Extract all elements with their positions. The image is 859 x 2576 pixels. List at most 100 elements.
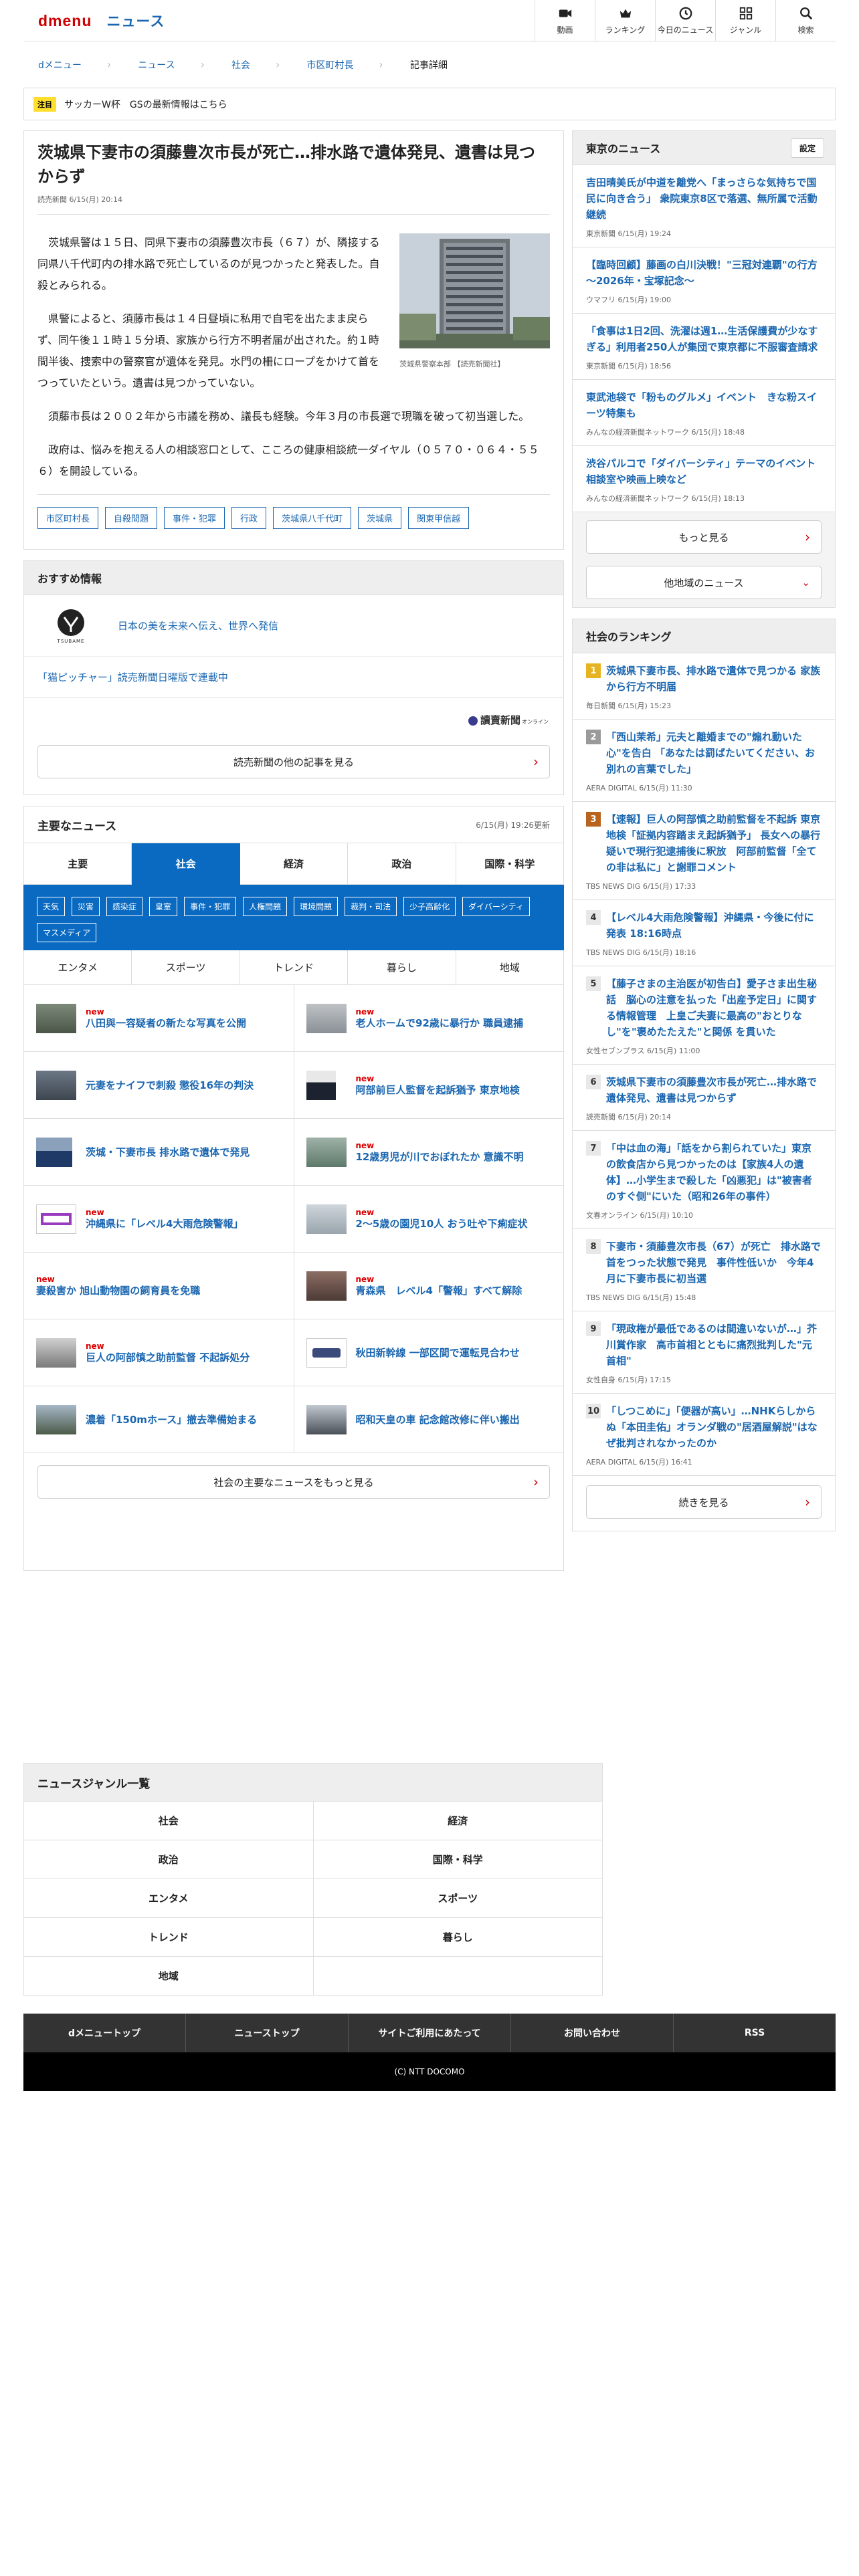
- news-item[interactable]: 元妻をナイフで刺殺 懲役16年の判決: [24, 1052, 294, 1119]
- ranking-item[interactable]: 2 「西山茉希」元夫と離婚までの"煽れ動いた心"を告白 「あなたは罰ばたいてくださ…: [572, 720, 836, 802]
- tag-link[interactable]: 自殺問題: [105, 507, 158, 529]
- subcategory-link[interactable]: 災害: [72, 897, 100, 916]
- footer-link-terms[interactable]: サイトご利用にあたって: [349, 2014, 511, 2052]
- ranking-item[interactable]: 5 【藤子さまの主治医が初告白】愛子さま出生秘話 脳心の注意を払った「出産予定日」…: [572, 966, 836, 1065]
- ranking-item[interactable]: 7 「中は血の海」「話をから割られていた」東京の飲食店から見つかったのは【家族4人…: [572, 1131, 836, 1229]
- ranking-item[interactable]: 1 茨城県下妻市長、排水路で遺体で見つかる 家族から行方不明届 毎日新聞 6/15(…: [572, 653, 836, 720]
- news-title: 「食事は1日2回、洗濯は週1…生活保護費が少なすぎる」利用者250人が集団で東京…: [586, 325, 818, 353]
- nav-genre[interactable]: ジャンル: [715, 0, 775, 41]
- genre-link[interactable]: スポーツ: [313, 1879, 603, 1918]
- tag-link[interactable]: 事件・犯罪: [164, 507, 225, 529]
- nav-search[interactable]: 検索: [775, 0, 836, 41]
- subcategory-link[interactable]: 天気: [37, 897, 66, 916]
- news-item[interactable]: 秋田新幹線 一部区間で運転見合わせ: [294, 1319, 564, 1386]
- tab-society[interactable]: 社会: [132, 843, 240, 885]
- article-photo[interactable]: 茨城県警察本部 【読売新聞社】: [399, 233, 550, 375]
- recommend-item[interactable]: TSUBAME 日本の美を未来へ伝え、世界へ発信: [23, 595, 564, 657]
- tokyo-more-button[interactable]: もっと見る ›: [586, 520, 822, 554]
- tag-link[interactable]: 茨城県八千代町: [273, 507, 352, 529]
- tab-sports[interactable]: スポーツ: [132, 950, 240, 985]
- news-item[interactable]: new 妻殺害か 旭山動物園の飼育員を免職: [24, 1253, 294, 1319]
- news-item[interactable]: new 八田與一容疑者の新たな写真を公開: [24, 985, 294, 1052]
- featured-ticker[interactable]: 注目 サッカーW杯 GSの最新情報はこちら: [23, 88, 836, 120]
- subcategory-link[interactable]: 人権問題: [243, 897, 288, 916]
- ranking-item[interactable]: 10 「しつこめに」「便器が高い」…NHKらしからぬ「本田圭佑」オランダ戦の"居酒…: [572, 1394, 836, 1476]
- ranking-item[interactable]: 9 「現政権が最低であるのは間違いないが…」芥川賞作家 高市首相とともに痛烈批判し…: [572, 1311, 836, 1394]
- news-item[interactable]: new 2〜5歳の園児10人 おう吐や下痢症状: [294, 1186, 564, 1253]
- chevron-right-icon: ›: [533, 1474, 539, 1490]
- news-item[interactable]: new 沖縄県に「レベル4大雨危険警報」: [24, 1186, 294, 1253]
- tab-international[interactable]: 国際・科学: [456, 843, 565, 885]
- news-item[interactable]: new 12歳男児が川でおぼれたか 意識不明: [294, 1119, 564, 1186]
- subcategory-link[interactable]: 事件・犯罪: [184, 897, 237, 916]
- genre-link[interactable]: 暮らし: [313, 1918, 603, 1957]
- tag-link[interactable]: 茨城県: [358, 507, 402, 529]
- footer-link-news-top[interactable]: ニューストップ: [186, 2014, 349, 2052]
- footer-link-rss[interactable]: RSS: [674, 2014, 836, 2052]
- subcategory-link[interactable]: 感染症: [106, 897, 143, 916]
- breadcrumb-label: 市区町村長: [306, 60, 354, 71]
- section-title[interactable]: ニュース: [106, 14, 165, 29]
- publisher-more-button[interactable]: 読売新聞の他の記事を見る ›: [37, 745, 550, 778]
- news-meta: みんなの経済新聞ネットワーク 6/15(月) 18:13: [586, 494, 745, 503]
- tokyo-news-item[interactable]: 東武池袋で「粉ものグルメ」イベント きな粉スイーツ特集も みんなの経済新聞ネットワ…: [572, 380, 836, 446]
- news-item[interactable]: new 老人ホームで92歳に暴行か 職員逮捕: [294, 985, 564, 1052]
- breadcrumb-item-mayors[interactable]: 市区町村長 ›: [292, 58, 395, 72]
- genre-link[interactable]: トレンド: [24, 1918, 314, 1957]
- news-item[interactable]: 昭和天皇の車 記念館改修に伴い搬出: [294, 1386, 564, 1453]
- news-item[interactable]: new 巨人の阿部慎之助前監督 不起訴処分: [24, 1319, 294, 1386]
- breadcrumb-item-dmenu[interactable]: dメニュー ›: [23, 58, 123, 72]
- tab-main[interactable]: 主要: [24, 843, 132, 885]
- subcategory-link[interactable]: 裁判・司法: [345, 897, 397, 916]
- subcategory-link[interactable]: 少子高齢化: [403, 897, 456, 916]
- genre-link[interactable]: 政治: [24, 1840, 314, 1879]
- ranking-item[interactable]: 3 【速報】巨人の阿部慎之助前監督を不起訴 東京地検「証拠内容踏まえ起訴猶予」 長…: [572, 802, 836, 900]
- tokyo-news-item[interactable]: 吉田晴美氏が中道を離党へ「まっさらな気持ちで国民に向き合う」 衆院東京8区で落選…: [572, 165, 836, 247]
- site-header: dmenu ニュース 動画 ランキング 今日のニュース ジャンル 検索: [23, 0, 836, 41]
- news-item[interactable]: new 青森県 レベル4「警報」すべて解除: [294, 1253, 564, 1319]
- ranking-more-button[interactable]: 続きを見る ›: [586, 1485, 822, 1519]
- nav-video[interactable]: 動画: [535, 0, 595, 41]
- news-item[interactable]: 茨城・下妻市長 排水路で遺体で発見: [24, 1119, 294, 1186]
- news-item[interactable]: new 阿部前巨人監督を起訴猶予 東京地検: [294, 1052, 564, 1119]
- subcategory-link[interactable]: 皇室: [149, 897, 178, 916]
- nav-ranking[interactable]: ランキング: [595, 0, 655, 41]
- footer-link-dmenu-top[interactable]: dメニュートップ: [23, 2014, 186, 2052]
- other-region-button[interactable]: 他地域のニュース ⌄: [586, 566, 822, 599]
- ranking-item[interactable]: 8 下妻市・須藤豊次市長（67）が死亡 排水路で首をつった状態で発見 事件性低いか…: [572, 1229, 836, 1311]
- tokyo-news-item[interactable]: 「食事は1日2回、洗濯は週1…生活保護費が少なすぎる」利用者250人が集団で東京…: [572, 314, 836, 380]
- news-thumbnail: [36, 1404, 76, 1434]
- subcategory-link[interactable]: ダイバーシティ: [462, 897, 530, 916]
- news-item[interactable]: 濃着「150mホース」撤去準備始まる: [24, 1386, 294, 1453]
- tab-economy[interactable]: 経済: [240, 843, 349, 885]
- tab-region[interactable]: 地域: [456, 950, 565, 985]
- genre-link[interactable]: 国際・科学: [313, 1840, 603, 1879]
- genre-link[interactable]: 経済: [313, 1802, 603, 1840]
- recommend-item[interactable]: 「猫ピッチャー」読売新聞日曜版で連載中: [23, 657, 564, 698]
- major-more-button[interactable]: 社会の主要なニュースをもっと見る ›: [37, 1465, 550, 1499]
- yomiuri-logo: 讀賣新聞 オンライン: [468, 713, 549, 727]
- tab-trend[interactable]: トレンド: [240, 950, 349, 985]
- settings-button[interactable]: 設定: [790, 138, 824, 158]
- subcategory-link[interactable]: 環境問題: [294, 897, 339, 916]
- tokyo-news-item[interactable]: 【臨時回顧】藤画の白川決戦！"三冠対連覇"の行方～2026年・宝塚記念～ ウマフリ…: [572, 247, 836, 314]
- genre-link[interactable]: 地域: [24, 1957, 314, 1996]
- tag-link[interactable]: 行政: [231, 507, 267, 529]
- breadcrumb-item-news[interactable]: ニュース ›: [123, 58, 217, 72]
- genre-link[interactable]: 社会: [24, 1802, 314, 1840]
- tab-life[interactable]: 暮らし: [348, 950, 456, 985]
- nav-today[interactable]: 今日のニュース: [655, 0, 715, 41]
- dmenu-logo[interactable]: dmenu ニュース: [38, 11, 165, 31]
- ranking-item[interactable]: 4 【レベル4大雨危険警報】沖縄県・今後に付に発表 18:16時点 TBS NEWS…: [572, 900, 836, 966]
- tag-link[interactable]: 市区町村長: [37, 507, 99, 529]
- ranking-item[interactable]: 6 茨城県下妻市の須藤豊次市長が死亡…排水路で遺体発見、遺書は見つからず 読売新聞 …: [572, 1065, 836, 1131]
- breadcrumb-item-society[interactable]: 社会 ›: [217, 58, 292, 72]
- tokyo-news-item[interactable]: 渋谷パルコで「ダイバーシティ」テーマのイベント 相談室や映画上映など みんなの経済…: [572, 446, 836, 512]
- subcategory-link[interactable]: マスメディア: [37, 923, 97, 942]
- news-meta: 東京新聞 6/15(月) 18:56: [586, 362, 671, 370]
- footer-link-contact[interactable]: お問い合わせ: [511, 2014, 674, 2052]
- tab-entertainment[interactable]: エンタメ: [24, 950, 132, 985]
- genre-link[interactable]: エンタメ: [24, 1879, 314, 1918]
- tag-link[interactable]: 関東甲信越: [408, 507, 470, 529]
- tab-politics[interactable]: 政治: [348, 843, 456, 885]
